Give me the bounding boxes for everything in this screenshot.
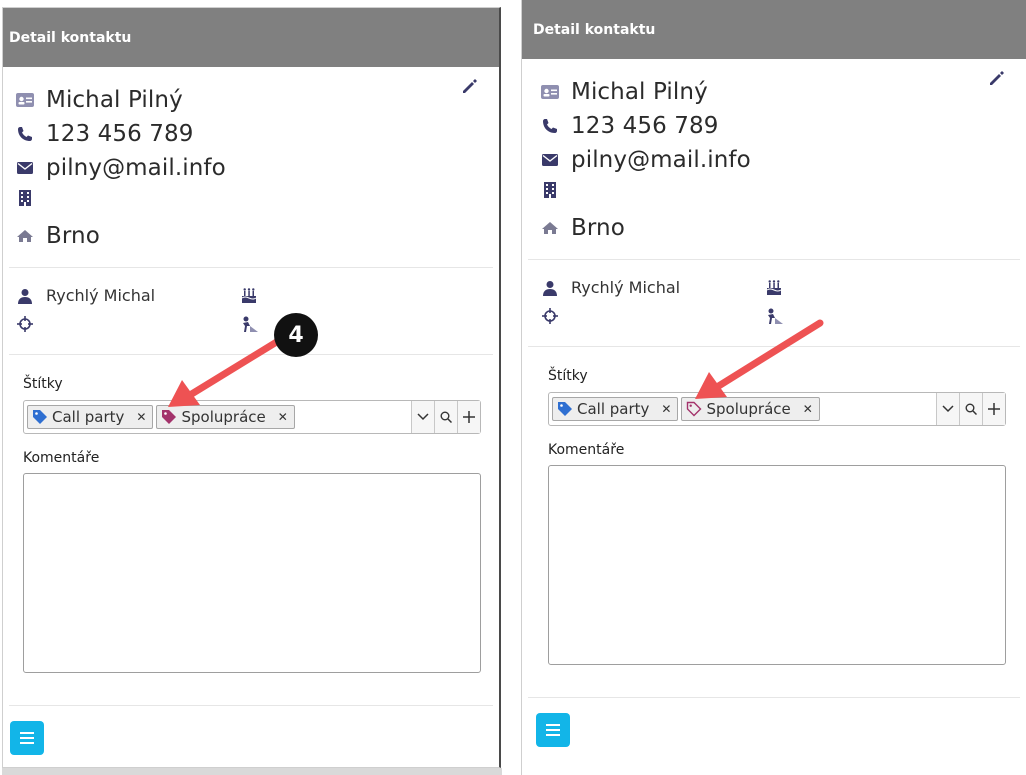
tag-label: Call party	[52, 408, 125, 426]
contact-name: Michal Pilný	[571, 79, 708, 105]
building-icon	[16, 189, 34, 207]
envelope-icon	[16, 159, 34, 177]
panel-header: Detail kontaktu	[3, 8, 499, 67]
menu-button[interactable]	[10, 721, 44, 755]
comments-textarea[interactable]	[23, 473, 481, 673]
menu-icon	[546, 724, 560, 736]
owner-row: Rychlý Michal	[541, 278, 680, 297]
chevron-down-icon[interactable]	[411, 401, 434, 433]
add-icon[interactable]	[457, 401, 480, 433]
birthday-row	[765, 278, 795, 296]
owner-row: Rychlý Michal	[16, 286, 155, 305]
search-icon[interactable]	[959, 393, 982, 425]
user-icon	[16, 287, 34, 305]
panel-title: Detail kontaktu	[533, 21, 656, 38]
owner-name: Rychlý Michal	[571, 278, 681, 297]
panel-title: Detail kontaktu	[9, 29, 132, 46]
contact-phone-row: 123 456 789	[541, 113, 718, 139]
contact-company-row	[16, 189, 46, 207]
birthday-row	[240, 286, 270, 304]
phone-icon	[541, 117, 559, 135]
id-card-icon	[541, 83, 559, 101]
chevron-down-icon[interactable]	[936, 393, 959, 425]
contact-city: Brno	[46, 223, 100, 249]
tag-chip[interactable]: Call party ✕	[552, 397, 679, 421]
edit-icon[interactable]	[461, 77, 479, 95]
contact-phone-row: 123 456 789	[16, 121, 193, 147]
step-badge: 4	[274, 313, 318, 357]
tag-filled-icon	[558, 402, 572, 416]
contact-name: Michal Pilný	[46, 87, 183, 113]
location-row	[16, 315, 46, 333]
comments-textarea[interactable]	[548, 465, 1006, 665]
contact-email: pilny@mail.info	[46, 155, 226, 181]
birthday-cake-icon	[765, 278, 783, 296]
id-card-icon	[16, 91, 34, 109]
envelope-icon	[541, 151, 559, 169]
birthday-cake-icon	[240, 286, 258, 304]
panel-shadow	[2, 768, 502, 775]
crosshair-icon	[16, 315, 34, 333]
contact-name-row: Michal Pilný	[16, 87, 183, 113]
menu-icon	[20, 732, 34, 744]
edit-icon[interactable]	[988, 69, 1006, 87]
owner-name: Rychlý Michal	[46, 286, 156, 305]
divider	[528, 697, 1020, 698]
contact-company-row	[541, 181, 571, 199]
remove-tag-icon[interactable]: ✕	[136, 410, 146, 424]
contact-phone: 123 456 789	[46, 121, 194, 147]
tag-label: Call party	[577, 400, 650, 418]
building-icon	[541, 181, 559, 199]
contact-city-row: Brno	[541, 215, 625, 241]
add-icon[interactable]	[982, 393, 1005, 425]
home-icon	[541, 219, 559, 237]
contact-name-row: Michal Pilný	[541, 79, 708, 105]
comments-label: Komentáře	[23, 450, 100, 466]
location-row	[541, 307, 571, 325]
contact-email-row: pilny@mail.info	[16, 155, 226, 181]
tag-filled-icon	[33, 410, 47, 424]
annotation-arrow	[695, 319, 824, 399]
search-icon[interactable]	[434, 401, 457, 433]
tags-label: Štítky	[548, 368, 588, 384]
menu-button[interactable]	[536, 713, 570, 747]
comments-label: Komentáře	[548, 442, 625, 458]
tags-label: Štítky	[23, 376, 63, 392]
contact-city-row: Brno	[16, 223, 100, 249]
user-icon	[541, 279, 559, 297]
contact-city: Brno	[571, 215, 625, 241]
divider	[9, 267, 493, 268]
divider	[528, 259, 1020, 260]
contact-phone: 123 456 789	[571, 113, 719, 139]
tag-chip[interactable]: Call party ✕	[27, 405, 154, 429]
home-icon	[16, 227, 34, 245]
crosshair-icon	[541, 307, 559, 325]
contact-email-row: pilny@mail.info	[541, 147, 751, 173]
remove-tag-icon[interactable]: ✕	[661, 402, 671, 416]
phone-icon	[16, 125, 34, 143]
panel-header: Detail kontaktu	[522, 0, 1026, 59]
divider	[9, 705, 493, 706]
contact-email: pilny@mail.info	[571, 147, 751, 173]
